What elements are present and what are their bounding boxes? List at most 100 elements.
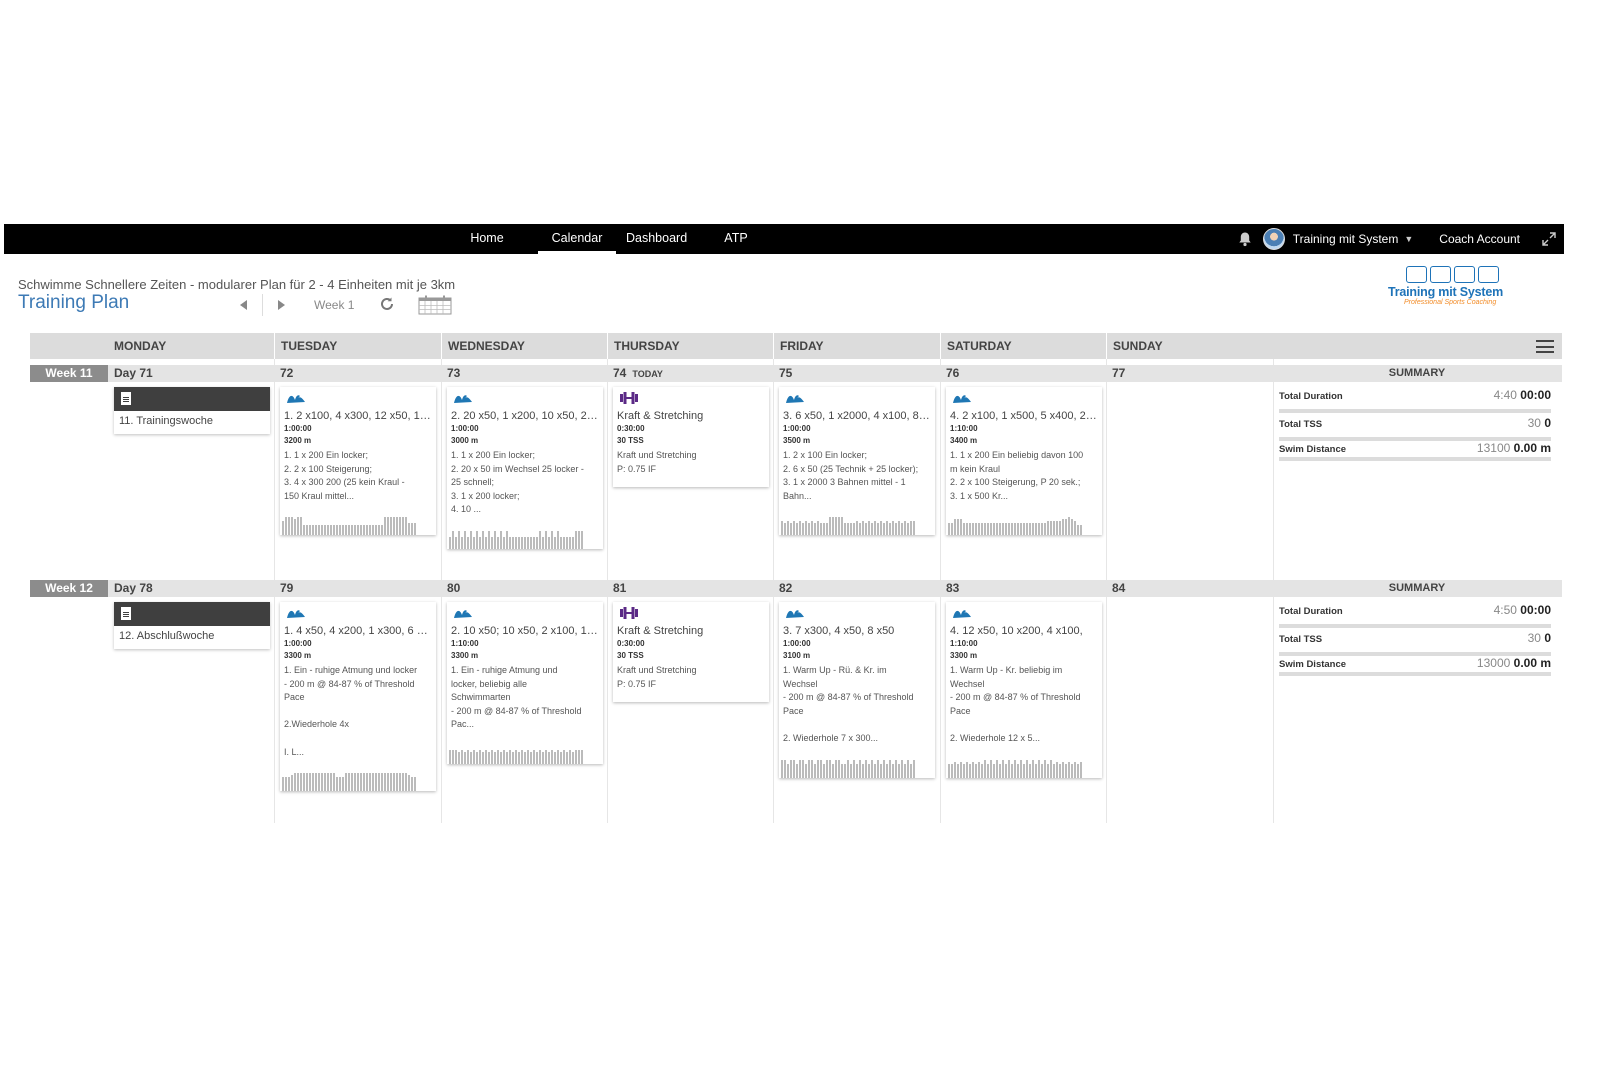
nav-links: Home Calendar Dashboard ATP bbox=[466, 224, 756, 254]
next-week-icon[interactable] bbox=[278, 300, 285, 310]
hamburger-menu-icon[interactable] bbox=[1536, 340, 1554, 353]
summary-value: 30 0 bbox=[1528, 416, 1551, 430]
summary-value: 13000 0.00 m bbox=[1477, 656, 1551, 670]
bell-icon[interactable] bbox=[1237, 231, 1253, 247]
prev-week-icon[interactable] bbox=[240, 300, 247, 310]
nav-atp[interactable]: ATP bbox=[716, 224, 756, 254]
day-number: 76 bbox=[946, 366, 960, 380]
workout-card[interactable]: 3. 6 x50, 1 x2000, 4 x100, 8 x50 1:00:00… bbox=[779, 387, 935, 535]
workout-card[interactable]: Kraft & Stretching 0:30:00 30 TSS Kraft … bbox=[613, 602, 769, 702]
day-number: 82 bbox=[779, 581, 793, 595]
workout-metric: 3000 m bbox=[451, 436, 479, 445]
plan-subtitle: Schwimme Schnellere Zeiten - modularer P… bbox=[18, 277, 456, 292]
divider bbox=[262, 294, 263, 316]
workout-duration: 1:00:00 bbox=[783, 639, 811, 648]
workout-intensity-graph bbox=[280, 515, 436, 535]
workout-description: 1. Warm Up - Rü. & Kr. im Wechsel - 200 … bbox=[783, 665, 914, 743]
chevron-down-icon[interactable]: ▼ bbox=[1404, 234, 1413, 244]
top-nav: Home Calendar Dashboard ATP Training mit… bbox=[4, 224, 1564, 254]
week-label[interactable]: Week 11 bbox=[30, 365, 108, 382]
swim-icon bbox=[280, 387, 436, 409]
nav-calendar[interactable]: Calendar bbox=[538, 224, 616, 254]
day-number: 77 bbox=[1112, 366, 1126, 380]
workout-duration: 1:10:00 bbox=[950, 424, 978, 433]
note-text: 11. Trainingswoche bbox=[119, 415, 213, 427]
coach-account-link[interactable]: Coach Account bbox=[1439, 232, 1520, 246]
calendar-grid: MONDAY TUESDAY WEDNESDAY THURSDAY FRIDAY… bbox=[30, 333, 1562, 823]
week-row: Week 12 Day 78 79 80 81 82 83 84 SUMMARY… bbox=[30, 580, 1562, 795]
workout-duration: 0:30:00 bbox=[617, 424, 645, 433]
summary-title: SUMMARY bbox=[1388, 582, 1446, 594]
nav-right: Training mit System ▼ Coach Account bbox=[1237, 224, 1564, 254]
workout-duration: 1:00:00 bbox=[783, 424, 811, 433]
week-summary: Total Duration 4:40 00:00 Total TSS 30 0 S… bbox=[1279, 387, 1551, 461]
summary-value: 30 0 bbox=[1528, 631, 1551, 645]
workout-description: 1. Warm Up - Kr. beliebig im Wechsel - 2… bbox=[950, 665, 1081, 743]
day-number: 74 bbox=[613, 366, 627, 380]
user-name[interactable]: Training mit System bbox=[1293, 232, 1399, 246]
actual-value: 00:00 bbox=[1520, 388, 1551, 402]
workout-card[interactable]: 1. 4 x50, 4 x200, 1 x300, 6 x100 1:00:00… bbox=[280, 602, 436, 791]
swim-icon bbox=[779, 602, 935, 624]
day-header-wednesday: WEDNESDAY bbox=[441, 333, 607, 359]
workout-metric: 3400 m bbox=[950, 436, 978, 445]
workout-description: 1. 2 x 100 Ein locker; 2. 6 x 50 (25 Tec… bbox=[783, 450, 919, 501]
workout-description: 1. Ein - ruhige Atmung und locker, belie… bbox=[451, 665, 582, 730]
day-number: Day 78 bbox=[114, 581, 153, 595]
run-logo-icon bbox=[1454, 266, 1475, 283]
day-number-today: 74 TODAY bbox=[607, 365, 663, 382]
today-badge: TODAY bbox=[632, 369, 663, 379]
workout-description: 1. Ein - ruhige Atmung und locker - 200 … bbox=[284, 665, 418, 757]
workout-metric: 30 TSS bbox=[617, 651, 644, 660]
week-row: Week 11 Day 71 72 73 74 TODAY 75 76 77 SU… bbox=[30, 365, 1562, 580]
day-number: 83 bbox=[946, 581, 960, 595]
document-icon bbox=[121, 392, 131, 405]
workout-duration: 1:00:00 bbox=[284, 639, 312, 648]
workout-description: Kraft und Stretching P: 0.75 IF bbox=[617, 665, 697, 689]
workout-description: Kraft und Stretching P: 0.75 IF bbox=[617, 450, 697, 474]
summary-label: Total TSS bbox=[1279, 634, 1323, 645]
week-note-card[interactable]: 11. Trainingswoche bbox=[114, 387, 270, 434]
workout-metric: 3300 m bbox=[284, 651, 312, 660]
actual-value: 0.00 m bbox=[1513, 656, 1551, 670]
workout-duration: 0:30:00 bbox=[617, 639, 645, 648]
workout-card[interactable]: 3. 7 x300, 4 x50, 8 x50 1:00:00 3100 m 1… bbox=[779, 602, 935, 778]
logo-text: Training mit System bbox=[1388, 285, 1503, 299]
workout-card[interactable]: 2. 20 x50, 1 x200, 10 x50, 2 x100 1:00:0… bbox=[447, 387, 603, 549]
page-title: Training Plan bbox=[18, 292, 130, 313]
week-note-card[interactable]: 12. Abschlußwoche bbox=[114, 602, 270, 649]
calendar-icon[interactable] bbox=[418, 295, 452, 315]
workout-metric: 3300 m bbox=[451, 651, 479, 660]
avatar[interactable] bbox=[1262, 228, 1285, 250]
refresh-icon[interactable] bbox=[379, 296, 395, 312]
day-number: 73 bbox=[447, 366, 461, 380]
day-header-monday: MONDAY bbox=[114, 339, 167, 353]
planned-value: 4:40 bbox=[1493, 388, 1517, 402]
nav-home[interactable]: Home bbox=[466, 224, 508, 254]
workout-title: 3. 6 x50, 1 x2000, 4 x100, 8 x50 bbox=[783, 410, 935, 422]
expand-icon[interactable] bbox=[1542, 232, 1556, 246]
workout-card[interactable]: 4. 12 x50, 10 x200, 4 x100, 1:10:00 3300… bbox=[946, 602, 1102, 778]
workout-title: Kraft & Stretching bbox=[617, 625, 704, 637]
workout-metric: 3100 m bbox=[783, 651, 811, 660]
workout-metric: 30 TSS bbox=[617, 436, 644, 445]
week-label[interactable]: Week 12 bbox=[30, 580, 108, 597]
day-number: Day 71 bbox=[114, 366, 153, 380]
workout-card[interactable]: Kraft & Stretching 0:30:00 30 TSS Kraft … bbox=[613, 387, 769, 487]
summary-row: Total Duration 4:50 00:00 bbox=[1279, 602, 1551, 628]
workout-card[interactable]: 1. 2 x100, 4 x300, 12 x50, 1 x200 1:00:0… bbox=[280, 387, 436, 535]
summary-row: Swim Distance 13000 0.00 m bbox=[1279, 656, 1551, 676]
logo-icons bbox=[1406, 266, 1528, 283]
workout-intensity-graph bbox=[280, 771, 436, 791]
workout-card[interactable]: 4. 2 x100, 1 x500, 5 x400, 2 x200 1:10:0… bbox=[946, 387, 1102, 535]
swim-logo-icon bbox=[1406, 266, 1427, 283]
workout-title: 1. 2 x100, 4 x300, 12 x50, 1 x200 bbox=[284, 410, 436, 422]
nav-dashboard[interactable]: Dashboard bbox=[626, 224, 687, 254]
day-header-saturday: SATURDAY bbox=[940, 333, 1106, 359]
workout-card[interactable]: 2. 10 x50; 10 x50, 2 x100, 1 x200 1:10:0… bbox=[447, 602, 603, 764]
day-number: 72 bbox=[280, 366, 294, 380]
swim-icon bbox=[946, 387, 1102, 409]
summary-label: Swim Distance bbox=[1279, 444, 1347, 455]
summary-label: Swim Distance bbox=[1279, 659, 1347, 670]
swim-icon bbox=[447, 602, 603, 624]
